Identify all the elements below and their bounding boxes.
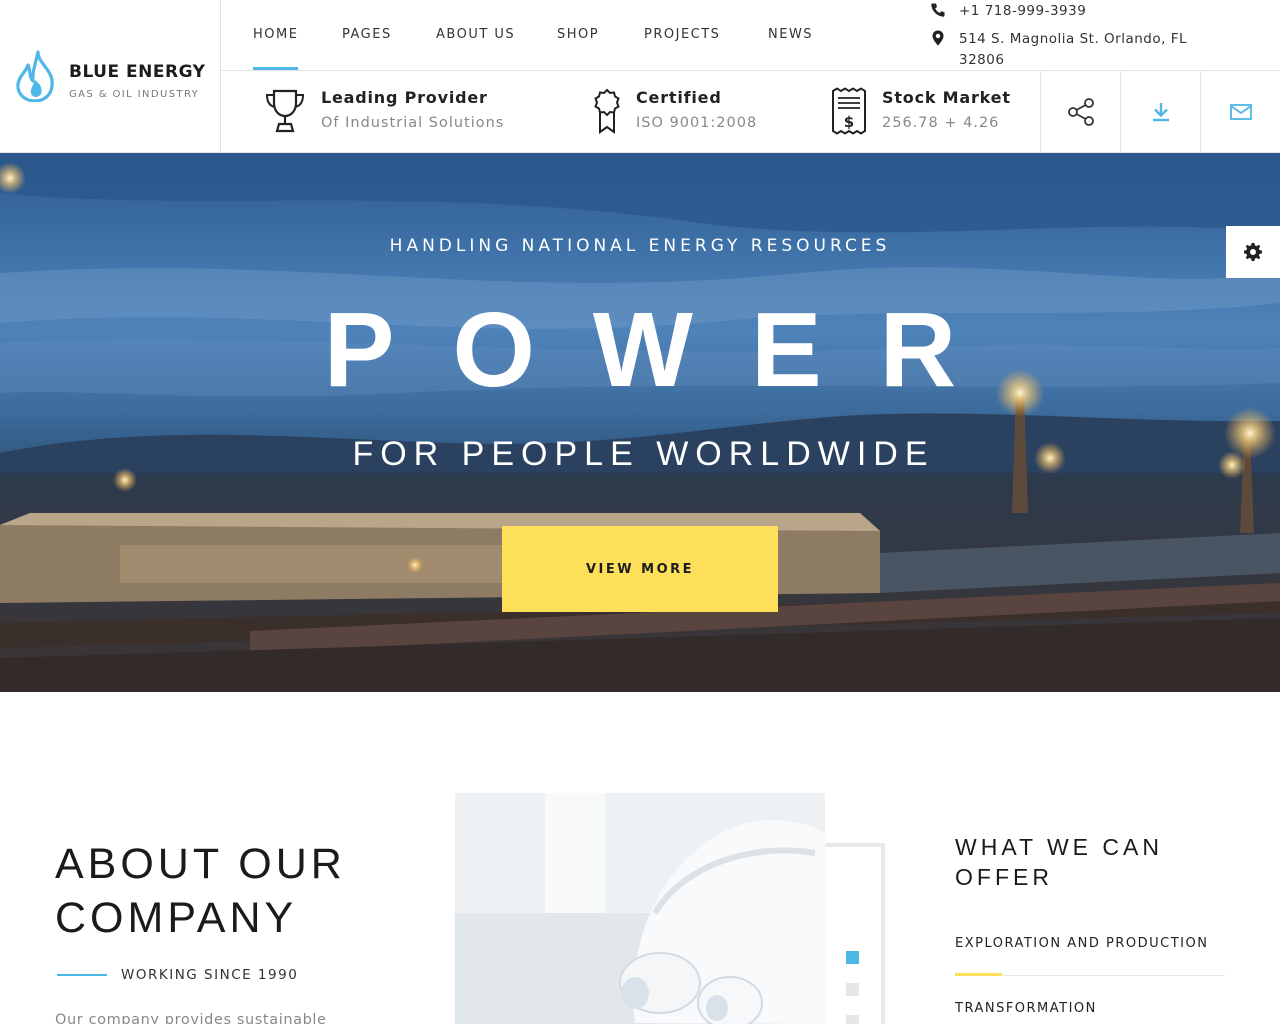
about-heading-line2: COMPANY <box>55 894 298 942</box>
about-since: WORKING SINCE 1990 <box>121 967 299 983</box>
settings-button[interactable] <box>1226 226 1280 278</box>
nav-item-pages[interactable]: PAGES <box>342 27 392 42</box>
info-bar: Leading Provider Of Industrial Solutions… <box>221 71 1280 153</box>
gear-icon <box>1244 243 1262 261</box>
brand-tagline: GAS & OIL INDUSTRY <box>69 89 200 100</box>
hero-kicker: HANDLING NATIONAL ENERGY RESOURCES <box>389 236 891 256</box>
offer-item-exploration[interactable]: EXPLORATION AND PRODUCTION <box>955 936 1208 951</box>
offer-item-transformation[interactable]: TRANSFORMATION <box>955 1001 1097 1016</box>
offer-divider <box>1002 975 1225 976</box>
nav-item-shop[interactable]: SHOP <box>557 27 599 42</box>
about-heading: ABOUT OUR COMPANY <box>55 837 346 945</box>
contact-address-line1: 514 S. Magnolia St. Orlando, FL <box>959 31 1187 47</box>
mail-button[interactable] <box>1200 71 1280 153</box>
offer-active-indicator <box>955 973 1002 976</box>
about-heading-line1: ABOUT OUR <box>55 840 346 888</box>
nav-item-home[interactable]: HOME <box>253 27 299 70</box>
receipt-dollar-icon: $ <box>832 87 866 135</box>
hero-banner: HANDLING NATIONAL ENERGY RESOURCES POWER… <box>0 153 1280 692</box>
share-icon <box>1067 98 1094 126</box>
flame-icon <box>16 50 54 102</box>
offer-heading: WHAT WE CAN OFFER <box>955 832 1163 892</box>
slider-dot[interactable] <box>846 951 859 964</box>
about-text: Our company provides sustainable <box>55 1012 327 1024</box>
contact-phone[interactable]: +1 718-999-3939 <box>959 3 1086 19</box>
slider-dot[interactable] <box>846 1015 859 1024</box>
offer-heading-line2: OFFER <box>955 864 1053 890</box>
download-icon <box>1152 103 1169 122</box>
info-subtitle: 256.78 + 4.26 <box>882 115 1000 131</box>
logo[interactable]: BLUE ENERGY GAS & OIL INDUSTRY <box>0 0 221 153</box>
hero-title: POWER <box>323 291 1015 409</box>
info-leading-provider: Leading Provider Of Industrial Solutions <box>261 71 561 153</box>
mail-icon <box>1229 104 1252 120</box>
info-certified: Certified ISO 9001:2008 <box>586 71 806 153</box>
info-title: Certified <box>636 88 722 107</box>
offer-heading-line1: WHAT WE CAN <box>955 834 1163 860</box>
brand-name: BLUE ENERGY <box>69 62 206 82</box>
info-subtitle: Of Industrial Solutions <box>321 115 505 131</box>
download-button[interactable] <box>1120 71 1200 153</box>
view-more-button[interactable]: VIEW MORE <box>502 526 778 612</box>
trophy-icon <box>265 89 305 133</box>
nav-item-projects[interactable]: PROJECTS <box>644 27 720 42</box>
share-button[interactable] <box>1040 71 1120 153</box>
hero-tagline: FOR PEOPLE WORLDWIDE <box>352 435 935 473</box>
slider-dot[interactable] <box>846 983 859 996</box>
nav-item-news[interactable]: NEWS <box>768 27 813 42</box>
info-subtitle: ISO 9001:2008 <box>636 115 758 131</box>
svg-text:$: $ <box>844 113 854 131</box>
contact-address-line2: 32806 <box>959 52 1005 68</box>
map-pin-icon <box>932 30 944 46</box>
info-stock-market: $ Stock Market 256.78 + 4.26 <box>826 71 1026 153</box>
main-nav: HOME PAGES ABOUT US SHOP PROJECTS NEWS +… <box>221 0 1280 71</box>
info-title: Leading Provider <box>321 88 488 107</box>
award-ribbon-icon <box>594 88 620 134</box>
about-divider <box>57 974 107 976</box>
hard-hat-blueprints-image <box>455 793 825 1024</box>
info-title: Stock Market <box>882 88 1011 107</box>
about-photo <box>455 793 825 1024</box>
phone-icon <box>931 3 945 17</box>
nav-item-about-us[interactable]: ABOUT US <box>436 27 515 42</box>
